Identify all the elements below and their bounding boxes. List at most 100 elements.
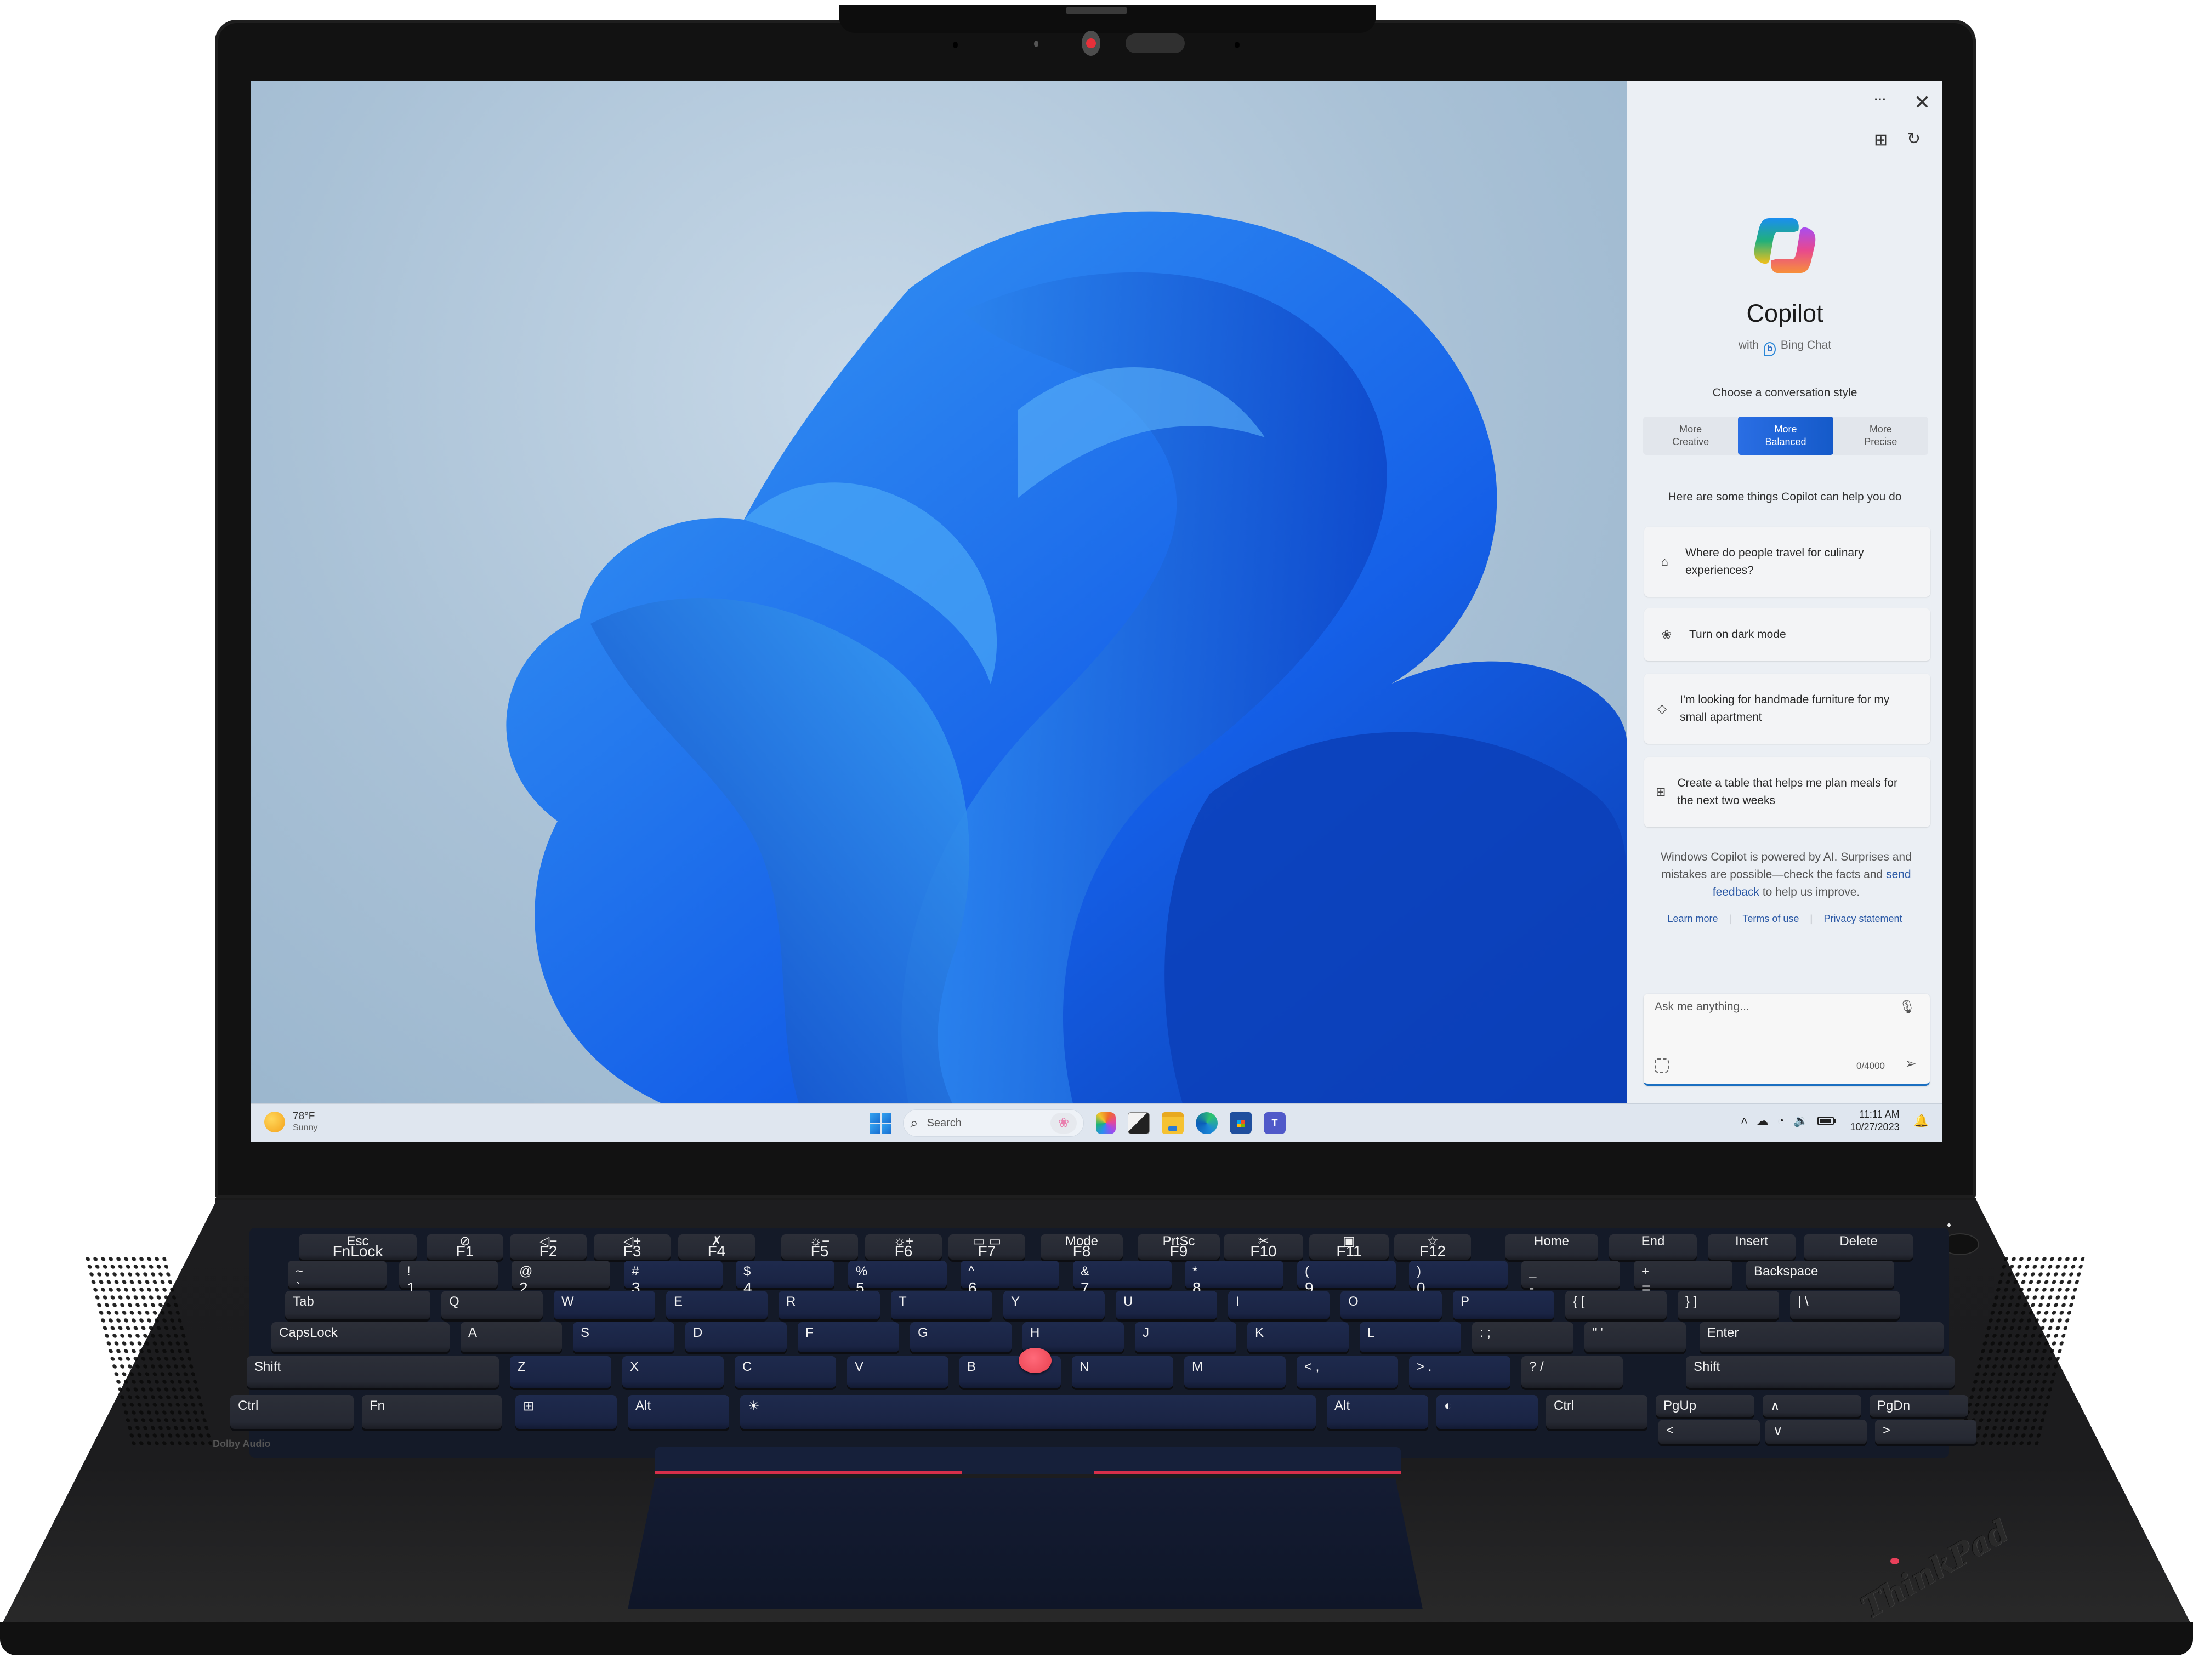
letter-key[interactable]: } ] — [1678, 1291, 1779, 1319]
number-key[interactable]: ) 0 — [1409, 1261, 1508, 1296]
letter-key[interactable]: I — [1228, 1291, 1330, 1319]
close-icon[interactable]: ✕ — [1914, 91, 1930, 114]
letter-key[interactable]: Enter — [1700, 1322, 1944, 1352]
number-key[interactable]: @2 — [512, 1261, 610, 1296]
right-click-button[interactable] — [1094, 1447, 1401, 1474]
desktop-wallpaper[interactable] — [251, 81, 1627, 1103]
number-key[interactable]: (9 — [1297, 1261, 1396, 1296]
spacebar[interactable]: ☀ — [740, 1395, 1316, 1429]
ask-input[interactable] — [1655, 1000, 1896, 1013]
fn-key[interactable]: ▣ F11 — [1309, 1234, 1389, 1260]
letter-key[interactable]: " ' — [1584, 1322, 1686, 1352]
taskbar-search[interactable]: ⌕ Search ❀ — [903, 1109, 1084, 1137]
letter-key[interactable]: J — [1135, 1322, 1236, 1352]
letter-key[interactable]: Z — [510, 1356, 611, 1388]
trackpoint[interactable] — [1019, 1348, 1052, 1373]
screenshot-icon[interactable] — [1655, 1058, 1669, 1073]
suggestion-card[interactable]: ◇ I'm looking for handmade furniture for… — [1644, 674, 1930, 744]
suggestion-card[interactable]: ❀ Turn on dark mode — [1644, 608, 1930, 661]
style-more-creative[interactable]: More Creative — [1643, 417, 1738, 455]
number-key[interactable]: + = — [1634, 1261, 1732, 1296]
letter-key[interactable]: Y — [1003, 1291, 1105, 1319]
fn-key[interactable]: ◁+ F3 — [594, 1234, 671, 1260]
letter-key[interactable]: M — [1184, 1356, 1286, 1388]
letter-key[interactable]: CapsLock — [271, 1322, 450, 1352]
number-key[interactable]: ^ 6 — [961, 1261, 1059, 1296]
middle-click-button[interactable] — [962, 1447, 1094, 1474]
weather-widget[interactable]: 78°F Sunny — [264, 1110, 317, 1134]
letter-key[interactable]: Q — [441, 1291, 543, 1319]
letter-key[interactable]: C — [735, 1356, 836, 1388]
battery-icon[interactable] — [1817, 1117, 1836, 1125]
modifier-key[interactable]: ∧ — [1763, 1395, 1861, 1417]
arrow-key[interactable]: ∨ — [1765, 1420, 1867, 1444]
modifier-key[interactable]: ◐ — [1436, 1395, 1538, 1429]
style-more-precise[interactable]: More Precise — [1833, 417, 1928, 455]
letter-key[interactable]: E — [666, 1291, 768, 1319]
fn-key[interactable]: ☼+ F6 — [865, 1234, 942, 1260]
number-key[interactable]: & 7 — [1073, 1261, 1172, 1296]
privacy-statement-link[interactable]: Privacy statement — [1823, 913, 1902, 924]
suggestion-card[interactable]: ⌂ Where do people travel for culinary ex… — [1644, 527, 1930, 597]
letter-key[interactable]: D — [685, 1322, 787, 1352]
edge-browser-icon[interactable] — [1196, 1112, 1218, 1134]
learn-more-link[interactable]: Learn more — [1668, 913, 1718, 924]
number-key[interactable]: % 5 — [848, 1261, 947, 1296]
suggestion-card[interactable]: ⊞ Create a table that helps me plan meal… — [1644, 757, 1930, 827]
letter-key[interactable]: V — [847, 1356, 948, 1388]
letter-key[interactable]: N — [1072, 1356, 1173, 1388]
start-button[interactable] — [870, 1113, 891, 1134]
modifier-key[interactable]: ⊞ — [515, 1395, 617, 1429]
modifier-key[interactable]: Alt — [628, 1395, 729, 1429]
plugins-icon[interactable]: ⊞ — [1874, 130, 1888, 150]
number-key[interactable]: Backspace — [1746, 1261, 1894, 1288]
letter-key[interactable]: S — [573, 1322, 674, 1352]
onedrive-icon[interactable]: ☁ — [1757, 1114, 1769, 1128]
wifi-icon[interactable]: ◔ — [1777, 1114, 1785, 1128]
modifier-key[interactable]: Alt — [1327, 1395, 1428, 1429]
letter-key[interactable]: ? / — [1521, 1356, 1623, 1388]
letter-key[interactable]: O — [1340, 1291, 1442, 1319]
volume-icon[interactable]: 🔉 — [1793, 1114, 1808, 1128]
fn-key[interactable]: ☆ F12 — [1394, 1234, 1471, 1260]
fn-key[interactable]: Esc FnLock — [299, 1234, 417, 1260]
fn-key[interactable]: ◁− F2 — [510, 1234, 587, 1260]
send-icon[interactable]: ➢ — [1905, 1055, 1917, 1072]
letter-key[interactable]: { [ — [1565, 1291, 1667, 1319]
letter-key[interactable]: < , — [1297, 1356, 1398, 1388]
letter-key[interactable]: | \ — [1790, 1291, 1900, 1319]
modifier-key[interactable]: PgDn — [1870, 1395, 1968, 1417]
arrow-key[interactable]: < — [1658, 1420, 1760, 1444]
fn-key[interactable]: PrtSc F9 — [1138, 1234, 1220, 1260]
letter-key[interactable]: F — [798, 1322, 899, 1352]
letter-key[interactable]: Shift — [247, 1356, 499, 1388]
letter-key[interactable]: Shift — [1686, 1356, 1955, 1388]
fn-key[interactable]: ✂ F10 — [1224, 1234, 1303, 1260]
fn-key[interactable]: Insert — [1708, 1234, 1796, 1260]
microphone-icon[interactable]: 🎙 — [1899, 999, 1916, 1015]
number-key[interactable]: * 8 — [1185, 1261, 1283, 1296]
fn-key[interactable]: ⊘ F1 — [427, 1234, 503, 1260]
letter-key[interactable]: U — [1116, 1291, 1217, 1319]
letter-key[interactable]: G — [910, 1322, 1012, 1352]
letter-key[interactable]: L — [1360, 1322, 1461, 1352]
letter-key[interactable]: T — [891, 1291, 992, 1319]
number-key[interactable]: #3 — [624, 1261, 723, 1296]
letter-key[interactable]: P — [1453, 1291, 1554, 1319]
more-options-icon[interactable]: ⋯ — [1874, 92, 1887, 106]
left-click-button[interactable] — [655, 1447, 962, 1474]
number-key[interactable]: _ - — [1521, 1261, 1620, 1296]
clock[interactable]: 11:11 AM 10/27/2023 — [1850, 1108, 1900, 1134]
letter-key[interactable]: > . — [1409, 1356, 1510, 1388]
file-explorer-icon[interactable] — [1162, 1112, 1184, 1134]
modifier-key[interactable]: Ctrl — [230, 1395, 354, 1429]
fn-key[interactable]: Mode F8 — [1041, 1234, 1123, 1260]
number-key[interactable]: $4 — [736, 1261, 834, 1296]
letter-key[interactable]: K — [1247, 1322, 1349, 1352]
copilot-taskbar-icon[interactable] — [1096, 1112, 1116, 1134]
modifier-key[interactable]: Ctrl — [1546, 1395, 1647, 1429]
fn-key[interactable]: ▭ ▭ F7 — [948, 1234, 1025, 1260]
touchpad[interactable] — [628, 1478, 1423, 1609]
arrow-key[interactable]: > — [1875, 1420, 1976, 1444]
fn-key[interactable]: End — [1609, 1234, 1697, 1260]
